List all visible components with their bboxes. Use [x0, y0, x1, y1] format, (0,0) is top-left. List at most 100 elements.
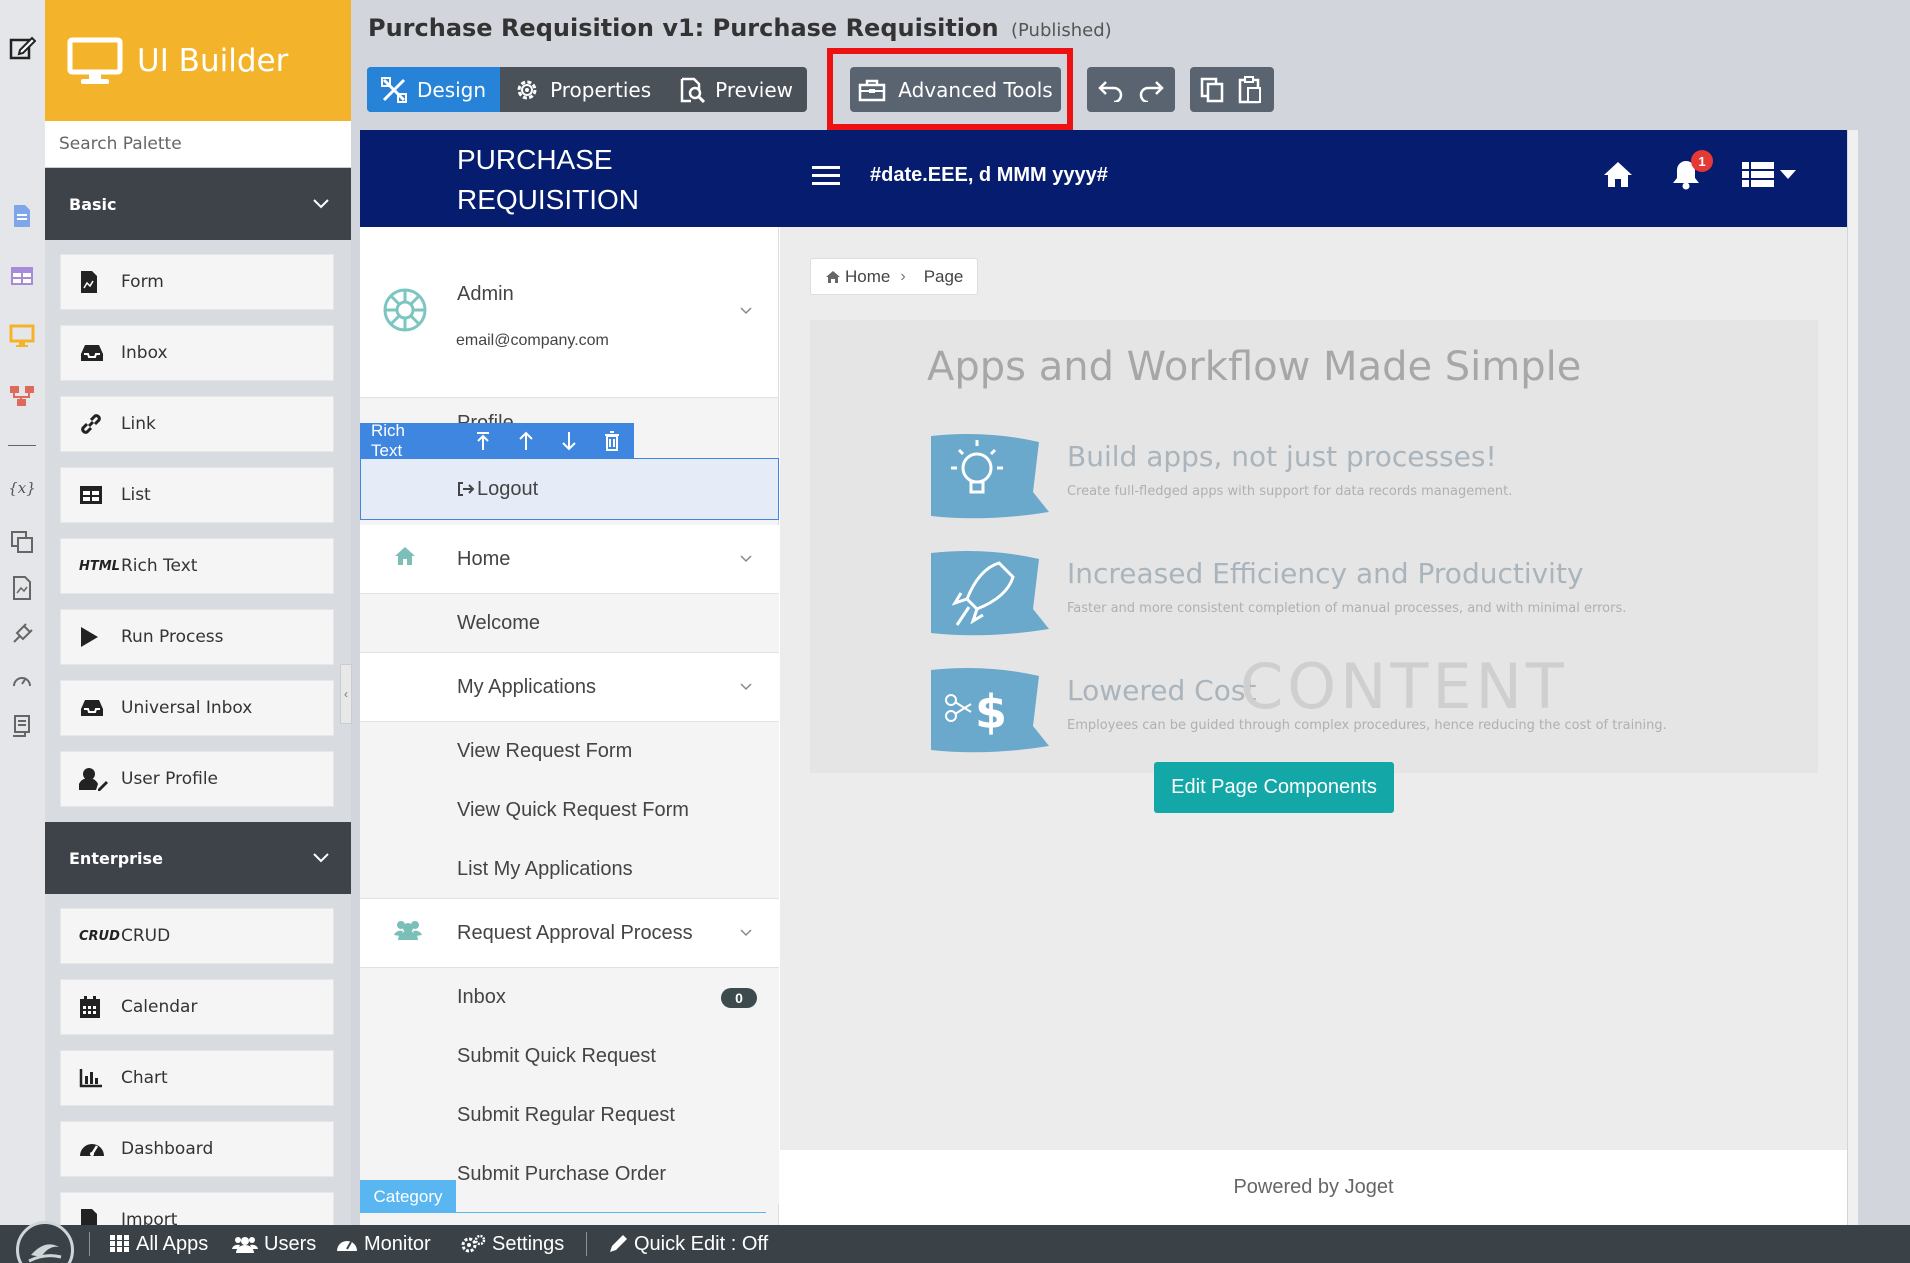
advanced-tools-button[interactable]: Advanced Tools: [850, 67, 1061, 112]
performance-icon[interactable]: [8, 666, 36, 694]
svg-text:$: $: [975, 685, 1007, 739]
palette-item-link[interactable]: Link: [60, 396, 334, 452]
palette-item-label: User Profile: [121, 769, 219, 789]
import-icon: [79, 1206, 121, 1225]
palette-item-universal-inbox[interactable]: Universal Inbox: [60, 680, 334, 736]
advanced-tools-label: Advanced Tools: [898, 77, 1053, 102]
user-menu-dropdown[interactable]: [1742, 162, 1796, 188]
menu-item-list-my-applications[interactable]: List My Applications: [360, 840, 779, 899]
edit-page-components-button[interactable]: Edit Page Components: [1154, 762, 1394, 813]
monitor-icon: [67, 37, 123, 84]
brand-line-1: PURCHASE: [457, 144, 613, 175]
category-enterprise[interactable]: Enterprise: [45, 822, 351, 894]
palette-item-chart[interactable]: Chart: [60, 1050, 334, 1106]
ui-builder-icon[interactable]: [8, 322, 36, 350]
user-profile-panel[interactable]: Admin email@company.com: [360, 227, 778, 398]
monitor-link[interactable]: Monitor: [336, 1225, 431, 1263]
profile-name: Admin: [457, 283, 514, 305]
users-link[interactable]: Users: [232, 1225, 316, 1263]
app-brand[interactable]: PURCHASE REQUISITION: [457, 140, 639, 220]
redo-icon[interactable]: [1137, 78, 1165, 102]
move-to-top-icon[interactable]: [461, 431, 504, 451]
breadcrumb-page: Page: [923, 266, 964, 286]
page-footer: Powered by Joget: [780, 1150, 1847, 1225]
menu-category-home[interactable]: Home: [360, 525, 779, 594]
undo-icon[interactable]: [1097, 78, 1125, 102]
tab-properties[interactable]: Properties: [500, 67, 665, 112]
palette-item-inbox[interactable]: Inbox: [60, 325, 334, 381]
menu-category-my-applications[interactable]: My Applications: [360, 653, 779, 722]
chevron-down-icon: [740, 929, 752, 937]
menu-item-submit-quick-request[interactable]: Submit Quick Request: [360, 1027, 779, 1086]
document-icon[interactable]: [8, 574, 36, 602]
datalist-builder-icon[interactable]: [8, 262, 36, 290]
menu-category-request-approval-process[interactable]: Request Approval Process: [360, 899, 779, 968]
paste-icon[interactable]: [1238, 75, 1264, 104]
hamburger-icon[interactable]: [812, 164, 840, 191]
all-apps-link[interactable]: All Apps: [110, 1225, 208, 1263]
form-builder-icon[interactable]: [8, 202, 36, 230]
palette-item-label: Link: [121, 414, 156, 434]
breadcrumb: Home › Page: [810, 258, 979, 295]
palette-collapse-toggle[interactable]: ‹: [340, 664, 352, 724]
move-down-icon[interactable]: [548, 431, 591, 451]
joget-logo-icon[interactable]: [16, 1221, 74, 1263]
palette-item-form[interactable]: Form: [60, 254, 334, 310]
chevron-down-icon: [740, 683, 752, 691]
copy-paste-group: [1190, 67, 1274, 112]
admin-bottom-bar: All Apps Users Monitor Settings Quick Ed…: [0, 1221, 1910, 1263]
palette-item-calendar[interactable]: Calendar: [60, 979, 334, 1035]
palette-item-user-profile[interactable]: User Profile: [60, 751, 334, 807]
logs-icon[interactable]: [8, 712, 36, 740]
palette-item-dashboard[interactable]: Dashboard: [60, 1121, 334, 1177]
category-enterprise-label: Enterprise: [69, 848, 163, 868]
palette-search: [45, 121, 351, 168]
inbox-icon: [79, 694, 121, 722]
quick-edit-toggle[interactable]: Quick Edit : Off: [608, 1225, 768, 1263]
basic-items: Form Inbox Link List HTML Rich Text Run …: [45, 240, 351, 807]
plugin-icon[interactable]: [8, 620, 36, 648]
search-palette-input[interactable]: [59, 134, 339, 154]
cogs-icon: [461, 1234, 486, 1253]
variables-icon[interactable]: {x}: [8, 474, 36, 502]
edit-icon[interactable]: [8, 34, 36, 62]
category-element-badge[interactable]: Category: [360, 1180, 456, 1213]
tab-design[interactable]: Design: [367, 67, 501, 112]
trash-icon[interactable]: [591, 430, 634, 451]
home-icon[interactable]: [1603, 160, 1633, 193]
palette-item-run-process[interactable]: Run Process: [60, 609, 334, 665]
resources-icon[interactable]: [8, 528, 36, 556]
menu-label: Submit Purchase Order: [457, 1163, 666, 1185]
palette-item-label: Calendar: [121, 997, 198, 1017]
logout-label: Logout: [477, 477, 539, 500]
canvas-scrollbar[interactable]: [1848, 130, 1858, 1225]
settings-link[interactable]: Settings: [460, 1225, 564, 1263]
palette-item-list[interactable]: List: [60, 467, 334, 523]
lightbulb-icon: [931, 434, 1049, 519]
process-builder-icon[interactable]: [8, 382, 36, 410]
category-basic-label: Basic: [69, 194, 117, 214]
copy-icon[interactable]: [1200, 77, 1226, 103]
menu-item-welcome[interactable]: Welcome: [360, 594, 779, 653]
menu-item-inbox[interactable]: Inbox 0: [360, 968, 779, 1027]
palette-item-crud[interactable]: CRUD CRUD: [60, 908, 334, 964]
category-basic[interactable]: Basic: [45, 168, 351, 240]
menu-item-submit-regular-request[interactable]: Submit Regular Request: [360, 1086, 779, 1145]
notification-bell-icon[interactable]: 1: [1671, 150, 1713, 195]
menu-item-view-request-form[interactable]: View Request Form: [360, 722, 779, 781]
menu-item-view-quick-request-form[interactable]: View Quick Request Form: [360, 781, 779, 840]
design-canvas: PURCHASE REQUISITION #date.EEE, d MMM yy…: [360, 130, 1847, 1225]
html-icon: HTML: [79, 558, 120, 574]
move-up-icon[interactable]: [504, 431, 547, 451]
tab-preview[interactable]: Preview: [665, 67, 807, 112]
rocket-icon: [931, 551, 1049, 636]
breadcrumb-home-label: Home: [845, 266, 891, 286]
selected-logout-element[interactable]: Logout: [360, 458, 779, 520]
preview-icon: [680, 77, 706, 103]
palette-item-import[interactable]: Import: [60, 1192, 334, 1225]
menu-label: View Request Form: [457, 740, 633, 762]
breadcrumb-home[interactable]: Home: [825, 267, 890, 287]
chart-icon: [79, 1064, 121, 1092]
bottom-bar-divider: [586, 1232, 587, 1256]
palette-item-rich-text[interactable]: HTML Rich Text: [60, 538, 334, 594]
